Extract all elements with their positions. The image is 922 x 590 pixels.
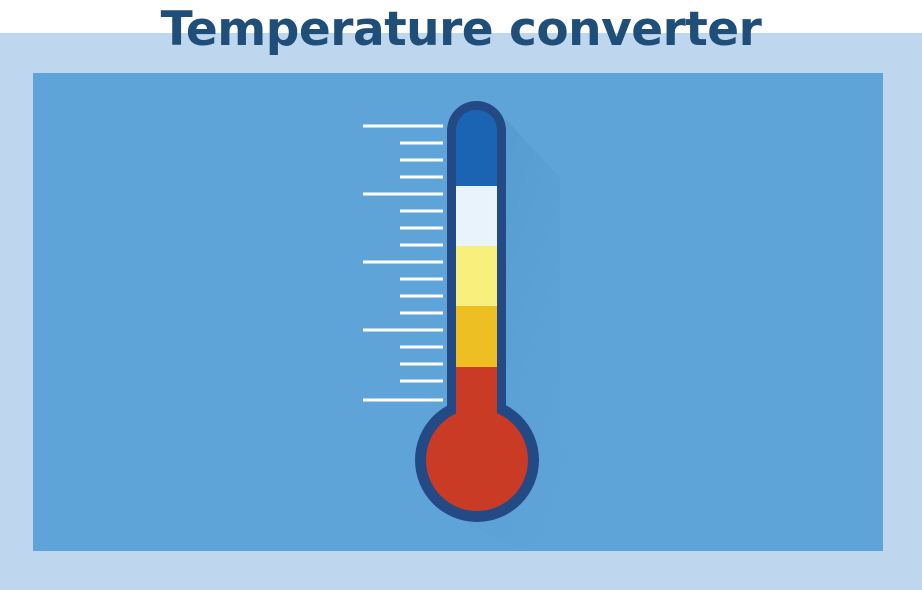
band-mild — [456, 246, 497, 306]
temperature-scale — [363, 124, 443, 402]
band-cool — [456, 186, 497, 246]
band-warm — [456, 306, 497, 367]
thermometer-illustration — [363, 101, 600, 550]
band-cold — [456, 110, 497, 186]
bulb-neck — [456, 400, 497, 430]
